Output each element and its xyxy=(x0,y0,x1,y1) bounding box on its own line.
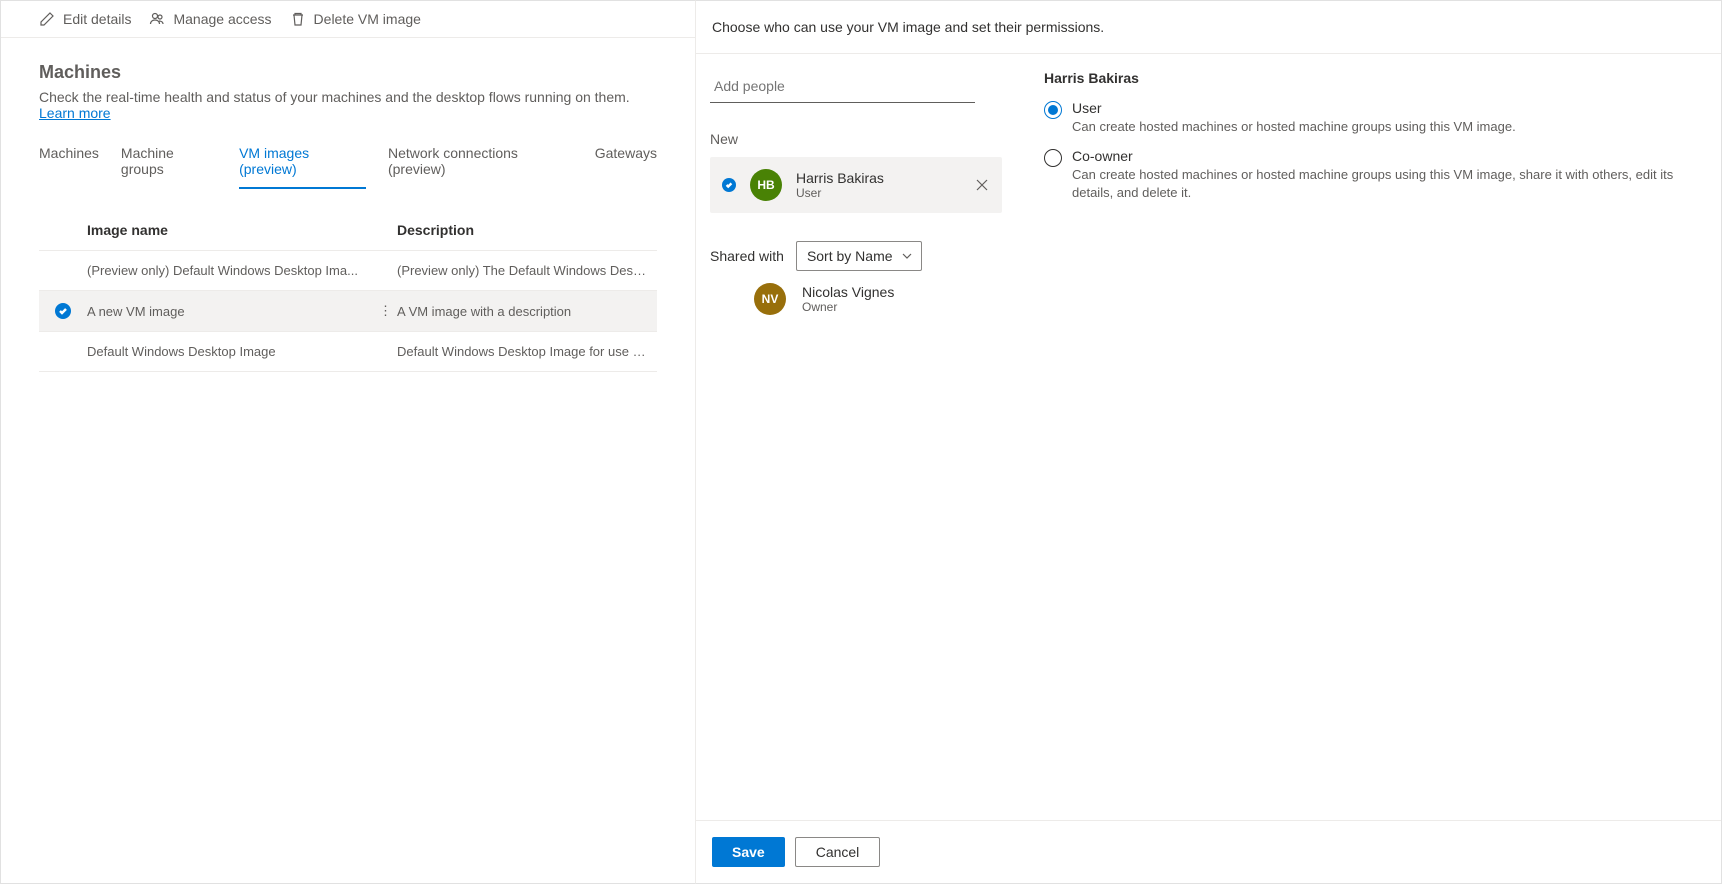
add-people-input[interactable] xyxy=(710,70,975,103)
tab-vm-images[interactable]: VM images (preview) xyxy=(239,139,366,189)
check-icon[interactable] xyxy=(55,303,71,319)
avatar: NV xyxy=(754,283,786,315)
image-desc-cell: A VM image with a description xyxy=(397,304,657,319)
person-name: Nicolas Vignes xyxy=(802,284,1002,300)
permission-radio-group: User Can create hosted machines or hoste… xyxy=(1044,100,1693,203)
new-label: New xyxy=(710,131,1002,147)
permissions-column: Harris Bakiras User Can create hosted ma… xyxy=(1016,54,1721,820)
sort-select[interactable]: Sort by Name xyxy=(796,241,922,271)
permissions-title: Harris Bakiras xyxy=(1044,70,1693,86)
remove-person-button[interactable] xyxy=(974,177,990,193)
save-button[interactable]: Save xyxy=(712,837,785,867)
tabs: Machines Machine groups VM images (previ… xyxy=(39,139,657,190)
new-person-card[interactable]: HB Harris Bakiras User xyxy=(710,157,1002,213)
panel-footer: Save Cancel xyxy=(696,820,1721,883)
person-role: User xyxy=(796,186,990,200)
learn-more-link[interactable]: Learn more xyxy=(39,105,111,121)
page-title: Machines xyxy=(39,62,657,83)
person-name: Harris Bakiras xyxy=(796,170,990,186)
shared-with-label: Shared with xyxy=(710,248,784,264)
radio-description: Can create hosted machines or hosted mac… xyxy=(1072,118,1516,136)
owner-row[interactable]: NV Nicolas Vignes Owner xyxy=(710,271,1002,327)
panel-header: Choose who can use your VM image and set… xyxy=(696,1,1721,54)
page-subtitle: Check the real-time health and status of… xyxy=(39,89,657,121)
delete-vm-label: Delete VM image xyxy=(314,11,421,27)
table-row[interactable]: (Preview only) Default Windows Desktop I… xyxy=(39,251,657,291)
radio-button[interactable] xyxy=(1044,101,1062,119)
radio-label: User xyxy=(1072,100,1516,116)
tab-gateways[interactable]: Gateways xyxy=(595,139,657,189)
col-image-name[interactable]: Image name xyxy=(87,222,397,238)
radio-label: Co-owner xyxy=(1072,148,1693,164)
person-role: Owner xyxy=(802,300,1002,314)
share-column: New HB Harris Bakiras User Shared with S… xyxy=(696,54,1016,820)
people-icon xyxy=(149,11,165,27)
vm-images-table: Image name Description (Preview only) De… xyxy=(39,210,657,372)
table-row[interactable]: Default Windows Desktop Image Default Wi… xyxy=(39,332,657,372)
permission-option-coowner[interactable]: Co-owner Can create hosted machines or h… xyxy=(1044,148,1693,202)
radio-description: Can create hosted machines or hosted mac… xyxy=(1072,166,1693,202)
image-name-cell: A new VM image xyxy=(87,304,397,319)
row-more-button[interactable]: ⋮ xyxy=(379,303,399,319)
avatar: HB xyxy=(750,169,782,201)
delete-icon xyxy=(290,11,306,27)
tab-network-connections[interactable]: Network connections (preview) xyxy=(388,139,573,189)
cancel-button[interactable]: Cancel xyxy=(795,837,881,867)
radio-button[interactable] xyxy=(1044,149,1062,167)
chevron-down-icon xyxy=(901,250,913,262)
share-panel: Choose who can use your VM image and set… xyxy=(695,0,1722,884)
check-icon xyxy=(722,178,736,192)
tab-machines[interactable]: Machines xyxy=(39,139,99,189)
edit-details-label: Edit details xyxy=(63,11,131,27)
table-row[interactable]: A new VM image ⋮ A VM image with a descr… xyxy=(39,291,657,332)
image-name-cell: Default Windows Desktop Image xyxy=(87,344,397,359)
edit-details-button[interactable]: Edit details xyxy=(39,11,131,27)
manage-access-label: Manage access xyxy=(173,11,271,27)
image-desc-cell: Default Windows Desktop Image for use in… xyxy=(397,344,657,359)
tab-machine-groups[interactable]: Machine groups xyxy=(121,139,217,189)
toolbar: Edit details Manage access Delete VM ima… xyxy=(1,1,695,38)
edit-icon xyxy=(39,11,55,27)
image-desc-cell: (Preview only) The Default Windows Deskt… xyxy=(397,263,657,278)
manage-access-button[interactable]: Manage access xyxy=(149,11,271,27)
delete-vm-button[interactable]: Delete VM image xyxy=(290,11,421,27)
image-name-cell: (Preview only) Default Windows Desktop I… xyxy=(87,263,397,278)
permission-option-user[interactable]: User Can create hosted machines or hoste… xyxy=(1044,100,1693,136)
table-header: Image name Description xyxy=(39,210,657,251)
machines-panel: Edit details Manage access Delete VM ima… xyxy=(0,0,695,884)
col-description[interactable]: Description xyxy=(397,222,657,238)
